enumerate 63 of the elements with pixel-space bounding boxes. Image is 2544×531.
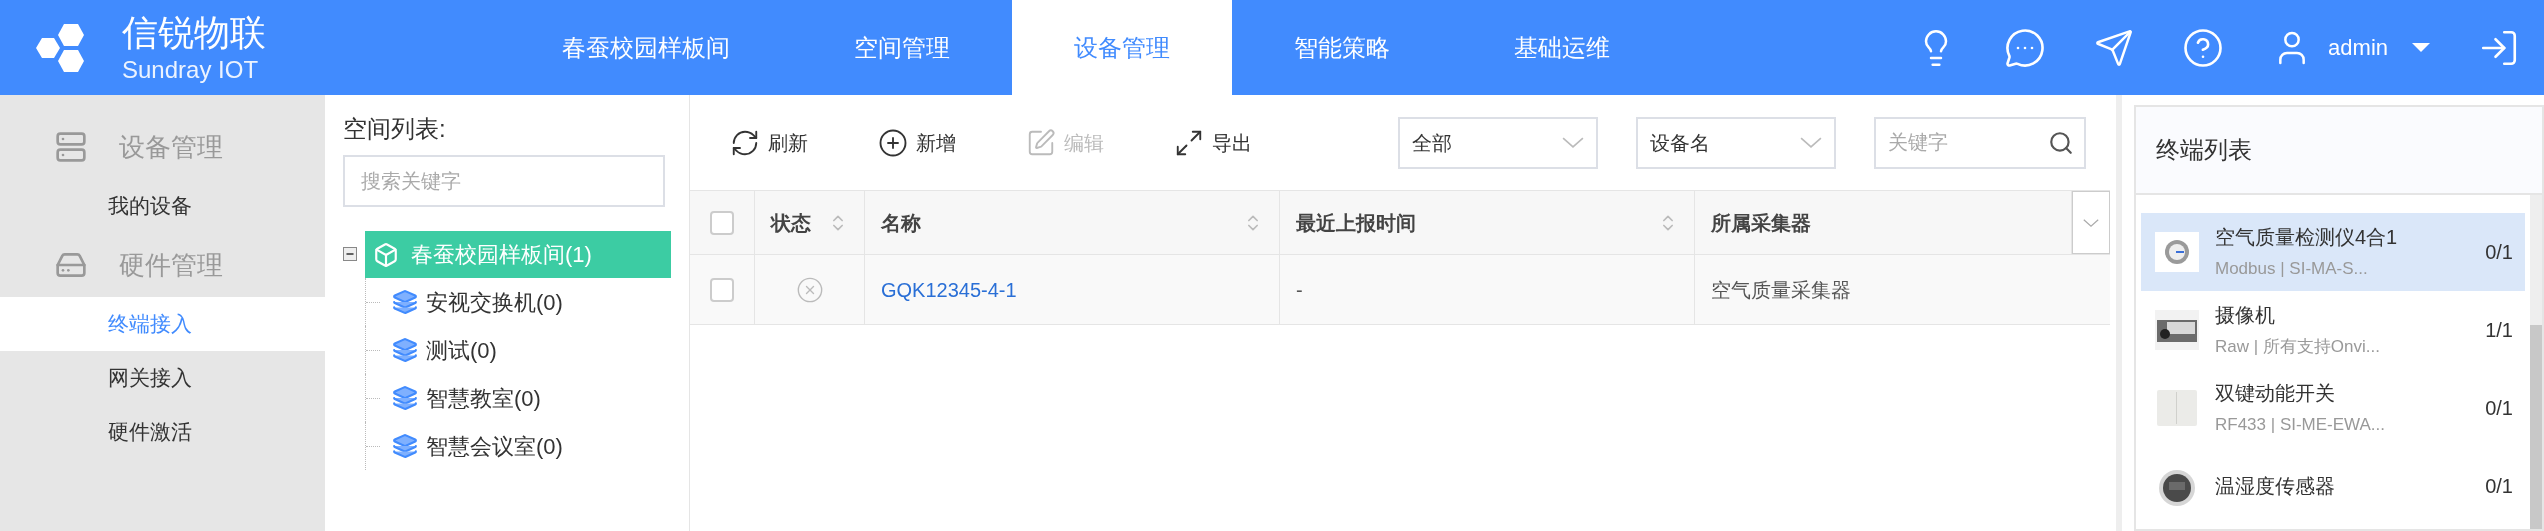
column-header: 所属采集器 <box>1711 210 1811 236</box>
help-icon[interactable] <box>2182 26 2225 69</box>
terminal-item[interactable]: 温湿度传感器 0/1 <box>2141 447 2525 525</box>
terminal-name: 双键动能开关 <box>2215 381 2336 407</box>
sidebar-group: 设备管理 <box>119 127 223 167</box>
terminal-count: 1/1 <box>2485 318 2513 343</box>
terminal-name: 摄像机 <box>2215 303 2276 329</box>
toolbar-button[interactable]: 导出 <box>1174 127 1252 158</box>
terminal-detail: RF433 | SI-ME-EWA... <box>2215 414 2387 437</box>
panel-title: 空间列表: <box>343 114 447 144</box>
table-cell-text: 空气质量采集器 <box>1711 277 1851 303</box>
terminal-count: 0/1 <box>2485 240 2513 265</box>
layers-icon <box>392 289 418 315</box>
chevron-down-icon <box>2083 218 2099 227</box>
terminal-item[interactable]: 摄像机 Raw | 所有支持Onvi... 1/1 <box>2141 291 2525 369</box>
column-menu-button[interactable] <box>2072 191 2110 254</box>
paper-plane-icon[interactable] <box>2094 27 2135 68</box>
scrollbar[interactable] <box>2530 195 2542 529</box>
layers-icon <box>392 433 418 459</box>
panel-title: 终端列表 <box>2156 135 2252 165</box>
server-icon <box>55 131 87 163</box>
logo-name: 信锐物联 <box>122 11 266 55</box>
chevron-down-icon <box>1562 137 1584 148</box>
tree-node[interactable]: 安视交换机(0) <box>388 285 567 319</box>
terminal-detail: Raw | 所有支持Onvi... <box>2215 336 2381 359</box>
plus-icon <box>878 127 908 158</box>
edit-icon <box>1026 127 1056 158</box>
layers-icon <box>392 337 418 363</box>
layers-icon <box>392 385 418 411</box>
table-cell-text: - <box>1296 277 1303 303</box>
device-link[interactable]: GQK12345-4-1 <box>881 274 1017 305</box>
filter-dropdown[interactable]: 全部 <box>1398 116 1598 169</box>
toolbar-button[interactable]: 刷新 <box>730 127 808 158</box>
terminal-item[interactable]: 空气质量检测仪4合1 Modbus | SI-MA-S... 0/1 <box>2141 213 2525 291</box>
terminal-name: 温湿度传感器 <box>2215 474 2336 499</box>
collapse-toggle[interactable] <box>343 247 357 261</box>
terminal-detail: Modbus | SI-MA-S... <box>2215 258 2369 281</box>
column-header: 最近上报时间 <box>1296 210 1416 236</box>
column-header: 名称 <box>881 210 921 236</box>
tree-node[interactable]: 智慧会议室(0) <box>388 429 567 463</box>
sidebar-item[interactable]: 硬件激活 <box>0 405 325 459</box>
checkbox[interactable] <box>710 210 734 235</box>
toolbar-button[interactable]: 新增 <box>878 127 956 158</box>
search-field[interactable]: 搜索关键字 <box>343 155 665 207</box>
logo-subtitle: Sundray IOT <box>122 55 260 85</box>
keyword-search-field[interactable]: 关键字 <box>1874 116 2086 169</box>
checkbox[interactable] <box>710 277 734 302</box>
terminal-item[interactable]: 双键动能开关 RF433 | SI-ME-EWA... 0/1 <box>2141 369 2525 447</box>
terminal-count: 0/1 <box>2485 474 2513 499</box>
caret-icon <box>2412 43 2430 52</box>
sidebar-item[interactable]: 我的设备 <box>0 179 325 233</box>
tree-node[interactable]: 测试(0) <box>388 333 501 367</box>
sidebar-group: 硬件管理 <box>119 245 223 285</box>
chevron-down-icon <box>1800 137 1822 148</box>
column-header: 状态 <box>771 210 811 236</box>
cube-icon <box>373 241 399 268</box>
chat-icon[interactable] <box>2004 26 2047 69</box>
search-icon <box>2048 129 2074 156</box>
filter-dropdown[interactable]: 设备名 <box>1636 116 1836 169</box>
terminal-count: 0/1 <box>2485 396 2513 421</box>
terminal-name: 空气质量检测仪4合1 <box>2215 225 2399 251</box>
sidebar-item[interactable]: 网关接入 <box>0 351 325 405</box>
tree-node[interactable]: 智慧教室(0) <box>388 381 545 415</box>
